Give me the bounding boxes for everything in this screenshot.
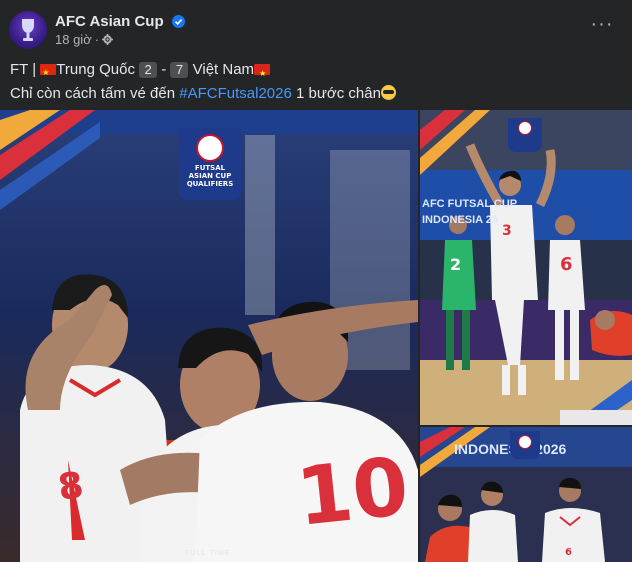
page-name[interactable]: AFC Asian Cup — [55, 13, 185, 30]
qualifiers-badge: FUTSAL ASIAN CUP QUALIFIERS — [179, 128, 241, 200]
full-time-caption: FULL TIME — [185, 550, 231, 557]
score-a: 2 — [139, 62, 158, 78]
verified-icon — [171, 15, 185, 28]
meta-separator: · — [94, 32, 100, 47]
badge-line-3: QUALIFIERS — [186, 180, 234, 188]
team-a-name: Trung Quốc — [56, 61, 135, 78]
china-flag-icon — [40, 61, 57, 85]
banner-indonesia: INDONESIA 25 — [422, 214, 499, 226]
photo-top-right[interactable]: 3 6 2 AFC FUTSAL CUP INDONESIA 25 — [420, 110, 632, 425]
line2-text: Chỉ còn cách tấm vé đến — [10, 85, 176, 102]
post-time[interactable]: 18 giờ — [55, 32, 92, 47]
vietnam-flag-icon — [254, 62, 271, 86]
facebook-post: AFC Asian Cup 18 giờ· ··· FT | Trung Quố… — [0, 0, 632, 562]
ft-prefix: FT | — [10, 61, 37, 78]
hashtag-link[interactable]: #AFCFutsal2026 — [179, 85, 292, 102]
post-text-line-1: FT | Trung Quốc 2 - 7 Việt Nam — [10, 58, 622, 86]
jersey-number-top-a: 3 — [502, 223, 512, 239]
jersey-number-main: 10 — [292, 440, 412, 544]
banner-afc-futsal: AFC FUTSAL CUP — [422, 198, 518, 210]
post-meta: 18 giờ · — [55, 32, 114, 47]
afc-logo-icon — [196, 134, 224, 162]
post-text-line-2: Chỉ còn cách tấm vé đến #AFCFutsal2026 1… — [10, 82, 622, 106]
score-separator: - — [161, 61, 167, 78]
page-avatar[interactable] — [9, 11, 47, 49]
page-name-text[interactable]: AFC Asian Cup — [55, 13, 164, 30]
photo-top-illustration: 3 6 2 — [420, 110, 632, 425]
team-b-name: Việt Nam — [192, 61, 255, 78]
afc-logo-small-icon — [518, 121, 532, 135]
photo-main[interactable]: 8 10 FUTSAL ASIAN CUP QUALIFIERS FULL TI… — [0, 110, 418, 562]
badge-line-2: ASIAN CUP — [188, 172, 232, 180]
photo-bottom-right[interactable]: 6 INDONESIA 2026 — [420, 427, 632, 562]
sunglasses-emoji-icon — [380, 85, 396, 100]
jersey-number-top-b: 6 — [560, 254, 573, 275]
photo-grid: 8 10 FUTSAL ASIAN CUP QUALIFIERS FULL TI… — [0, 110, 632, 562]
line2-suffix: 1 bước chân — [296, 85, 381, 102]
svg-text:6: 6 — [565, 547, 572, 558]
more-icon[interactable]: ··· — [590, 14, 614, 38]
qualifiers-badge-small — [508, 118, 542, 152]
qualifiers-badge-bottom — [510, 431, 540, 459]
globe-gear-icon[interactable] — [102, 34, 114, 45]
score-b: 7 — [170, 62, 189, 78]
post-text: FT | Trung Quốc 2 - 7 Việt Nam Chỉ còn c… — [10, 58, 622, 106]
jersey-number-top-green: 2 — [450, 255, 461, 274]
post-header: AFC Asian Cup 18 giờ · ··· — [0, 0, 632, 54]
afc-logo-bottom-icon — [518, 435, 532, 449]
trophy-icon — [22, 19, 34, 41]
badge-line-1: FUTSAL — [194, 164, 226, 172]
